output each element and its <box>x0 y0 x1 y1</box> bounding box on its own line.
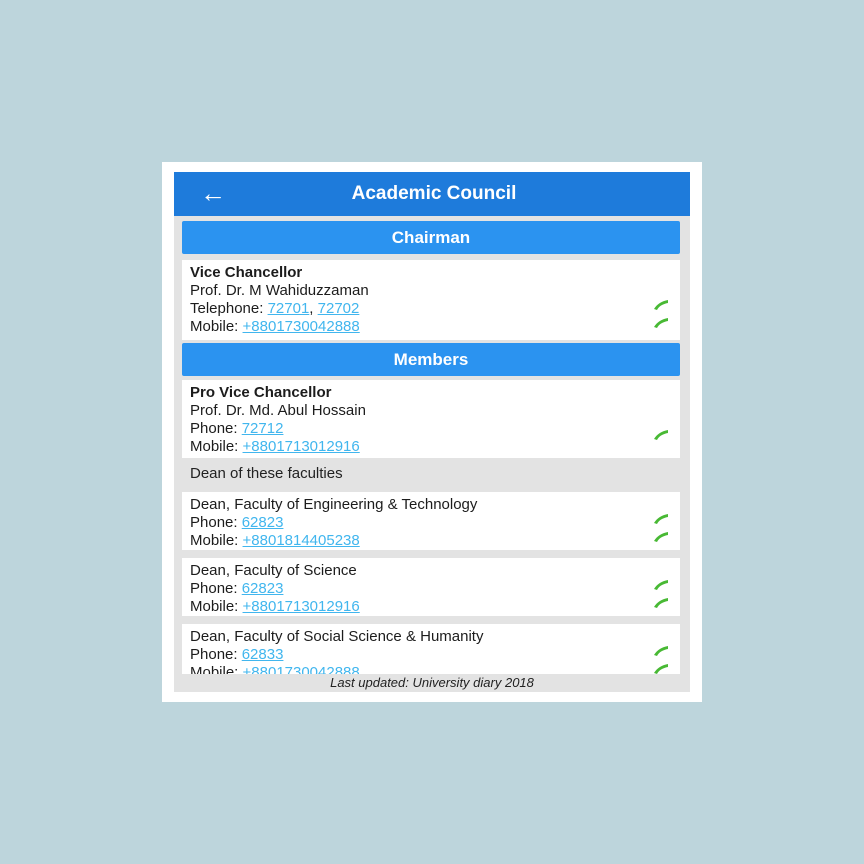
phone-link[interactable]: 62823 <box>242 580 284 597</box>
phone-frame: ← Academic Council Chairman Vice Chancel… <box>162 162 702 702</box>
person-name: Prof. Dr. Md. Abul Hossain <box>190 402 366 419</box>
mobile-link[interactable]: +8801713012916 <box>243 598 360 615</box>
mobile-row: Mobile: +8801713012916 <box>190 598 680 616</box>
chairman-card: Vice Chancellor Prof. Dr. M Wahiduzzaman… <box>182 260 680 340</box>
phone-call-icon[interactable] <box>652 596 670 610</box>
phone-call-icon[interactable] <box>652 428 670 442</box>
mobile-row: Mobile: +8801730042888 <box>190 318 680 336</box>
mobile-label: Mobile: <box>190 598 243 615</box>
phone-link[interactable]: 62823 <box>242 514 284 531</box>
mobile-label: Mobile: <box>190 438 243 455</box>
separator: , <box>309 300 318 317</box>
phone-row: Phone: 62823 <box>190 580 680 598</box>
position-title: Pro Vice Chancellor <box>190 384 332 401</box>
dean-title: Dean, Faculty of Science <box>190 562 357 579</box>
last-updated-footer: Last updated: University diary 2018 <box>174 674 690 692</box>
section-header-members: Members <box>182 343 680 376</box>
mobile-label: Mobile: <box>190 532 243 549</box>
phone-call-icon[interactable] <box>652 298 670 312</box>
page-title: Academic Council <box>351 183 517 204</box>
app-screen: ← Academic Council Chairman Vice Chancel… <box>174 172 690 692</box>
dean-subheader: Dean of these faculties <box>190 465 343 482</box>
mobile-link[interactable]: +8801814405238 <box>243 532 360 549</box>
phone-label: Phone: <box>190 514 242 531</box>
mobile-row: Mobile: +8801814405238 <box>190 532 680 550</box>
pro-vice-chancellor-card: Pro Vice Chancellor Prof. Dr. Md. Abul H… <box>182 380 680 458</box>
telephone-link[interactable]: 72701 <box>268 300 310 317</box>
telephone-row: Telephone: 72701, 72702 <box>190 300 680 318</box>
position-title: Vice Chancellor <box>190 264 303 281</box>
mobile-row: Mobile: +8801713012916 <box>190 438 680 456</box>
section-header-chairman: Chairman <box>182 221 680 254</box>
app-bar: ← Academic Council <box>174 172 690 216</box>
phone-call-icon[interactable] <box>652 512 670 526</box>
phone-label: Phone: <box>190 646 242 663</box>
dean-card: Dean, Faculty of Science Phone: 62823 Mo… <box>182 558 680 616</box>
phone-row: Phone: 72712 <box>190 420 680 438</box>
phone-call-icon[interactable] <box>652 644 670 658</box>
dean-title: Dean, Faculty of Engineering & Technolog… <box>190 496 478 513</box>
phone-link[interactable]: 62833 <box>242 646 284 663</box>
phone-label: Phone: <box>190 420 242 437</box>
telephone-label: Telephone: <box>190 300 268 317</box>
mobile-link[interactable]: +8801730042888 <box>243 318 360 335</box>
telephone-link[interactable]: 72702 <box>318 300 360 317</box>
phone-row: Phone: 62823 <box>190 514 680 532</box>
phone-call-icon[interactable] <box>652 578 670 592</box>
phone-link[interactable]: 72712 <box>242 420 284 437</box>
person-name: Prof. Dr. M Wahiduzzaman <box>190 282 369 299</box>
phone-row: Phone: 62833 <box>190 646 680 664</box>
dean-card: Dean, Faculty of Engineering & Technolog… <box>182 492 680 550</box>
phone-call-icon[interactable] <box>652 530 670 544</box>
mobile-label: Mobile: <box>190 318 243 335</box>
phone-call-icon[interactable] <box>652 316 670 330</box>
dean-title: Dean, Faculty of Social Science & Humani… <box>190 628 484 645</box>
mobile-link[interactable]: +8801713012916 <box>243 438 360 455</box>
phone-label: Phone: <box>190 580 242 597</box>
